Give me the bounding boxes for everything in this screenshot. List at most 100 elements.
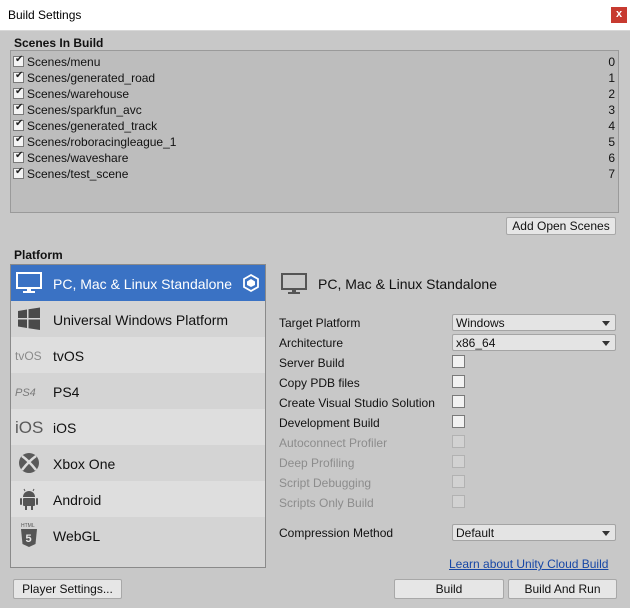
unity-logo-icon — [243, 273, 259, 293]
platform-item-android[interactable]: Android — [11, 481, 265, 517]
selected-platform-title: PC, Mac & Linux Standalone — [318, 276, 497, 292]
scene-row[interactable]: ✔ Scenes/generated_road 1 — [11, 70, 618, 86]
checkmark-icon: ✔ — [15, 54, 24, 65]
platform-header: Platform — [14, 248, 63, 262]
platform-label: Xbox One — [53, 456, 116, 472]
window-title: Build Settings — [8, 8, 82, 22]
html5-icon-text: 5 — [26, 533, 32, 545]
scene-index: 1 — [608, 71, 615, 85]
platform-label: PS4 — [53, 384, 80, 400]
checkmark-icon: ✔ — [15, 150, 24, 161]
chevron-down-icon — [602, 321, 610, 326]
windows-icon — [18, 307, 40, 330]
deep-profiling-checkbox — [452, 455, 465, 468]
platform-item-xbox-one[interactable]: Xbox One — [11, 445, 265, 481]
create-vs-solution-label: Create Visual Studio Solution — [279, 396, 435, 410]
autoconnect-profiler-checkbox — [452, 435, 465, 448]
platform-item-tvos[interactable]: tvOS tvOS — [11, 337, 265, 373]
target-platform-value: Windows — [456, 316, 505, 330]
platform-item-ps4[interactable]: PS4 PS4 — [11, 373, 265, 409]
scene-index: 0 — [608, 55, 615, 69]
scene-checkbox[interactable]: ✔ — [13, 54, 24, 67]
compression-method-value: Default — [456, 526, 495, 540]
scene-name: Scenes/sparkfun_avc — [27, 103, 142, 117]
create-vs-solution-checkbox[interactable] — [452, 395, 465, 408]
xbox-icon — [19, 453, 39, 473]
ios-icon-text: iOS — [15, 418, 43, 437]
platform-label: tvOS — [53, 348, 85, 364]
tvos-icon: tvOS — [15, 349, 42, 363]
scene-checkbox[interactable]: ✔ — [13, 150, 24, 163]
architecture-dropdown[interactable]: x86_64 — [452, 334, 616, 351]
platform-label: iOS — [53, 420, 77, 436]
checkmark-icon: ✔ — [15, 70, 24, 81]
scene-index: 3 — [608, 103, 615, 117]
scene-row[interactable]: ✔ Scenes/sparkfun_avc 3 — [11, 102, 618, 118]
build-button[interactable]: Build — [394, 579, 504, 599]
html5-icon: HTML 5 — [21, 523, 37, 547]
autoconnect-profiler-label: Autoconnect Profiler — [279, 436, 388, 450]
architecture-label: Architecture — [279, 336, 344, 350]
chevron-down-icon — [602, 341, 610, 346]
scene-name: Scenes/roboracingleague_1 — [27, 135, 177, 149]
scene-checkbox[interactable]: ✔ — [13, 70, 24, 83]
build-and-run-button[interactable]: Build And Run — [508, 579, 617, 599]
scene-row[interactable]: ✔ Scenes/warehouse 2 — [11, 86, 618, 102]
scene-row[interactable]: ✔ Scenes/test_scene 7 — [11, 166, 618, 182]
platform-label: PC, Mac & Linux Standalone — [53, 276, 232, 292]
development-build-checkbox[interactable] — [452, 415, 465, 428]
deep-profiling-label: Deep Profiling — [279, 456, 355, 470]
scene-index: 5 — [608, 135, 615, 149]
compression-method-label: Compression Method — [279, 526, 394, 540]
scene-index: 7 — [608, 167, 615, 181]
platform-item-pc-mac-linux[interactable]: PC, Mac & Linux Standalone — [11, 265, 265, 301]
scene-checkbox[interactable]: ✔ — [13, 118, 24, 131]
unity-cloud-build-link[interactable]: Learn about Unity Cloud Build — [449, 557, 608, 571]
scene-checkbox[interactable]: ✔ — [13, 134, 24, 147]
scenes-list: ✔ Scenes/menu 0 ✔ Scenes/generated_road … — [10, 50, 619, 213]
architecture-value: x86_64 — [456, 336, 496, 350]
player-settings-button[interactable]: Player Settings... — [13, 579, 122, 599]
html5-icon-caption: HTML — [21, 523, 35, 529]
scenes-in-build-header: Scenes In Build — [14, 36, 104, 50]
android-icon — [20, 488, 38, 510]
ps4-icon-text: PS4 — [15, 387, 36, 399]
server-build-label: Server Build — [279, 356, 345, 370]
platform-item-ios[interactable]: iOS iOS — [11, 409, 265, 445]
copy-pdb-files-checkbox[interactable] — [452, 375, 465, 388]
chevron-down-icon — [602, 531, 610, 536]
script-debugging-label: Script Debugging — [279, 476, 372, 490]
scene-checkbox[interactable]: ✔ — [13, 86, 24, 99]
checkmark-icon: ✔ — [15, 118, 24, 129]
development-build-label: Development Build — [279, 416, 380, 430]
scene-index: 4 — [608, 119, 615, 133]
scripts-only-build-label: Scripts Only Build — [279, 496, 374, 510]
scene-row[interactable]: ✔ Scenes/menu 0 — [11, 54, 618, 70]
platform-label: Universal Windows Platform — [53, 312, 229, 328]
platform-label: WebGL — [53, 528, 101, 544]
scene-row[interactable]: ✔ Scenes/roboracingleague_1 5 — [11, 134, 618, 150]
target-platform-label: Target Platform — [279, 316, 361, 330]
platform-item-webgl[interactable]: HTML 5 WebGL — [11, 517, 265, 553]
compression-method-dropdown[interactable]: Default — [452, 524, 616, 541]
target-platform-dropdown[interactable]: Windows — [452, 314, 616, 331]
scene-checkbox[interactable]: ✔ — [13, 166, 24, 179]
scene-name: Scenes/generated_road — [27, 71, 156, 85]
checkmark-icon: ✔ — [15, 134, 24, 145]
scene-index: 2 — [608, 87, 615, 101]
scene-row[interactable]: ✔ Scenes/generated_track 4 — [11, 118, 618, 134]
scene-checkbox[interactable]: ✔ — [13, 102, 24, 115]
scripts-only-build-checkbox — [452, 495, 465, 508]
scene-index: 6 — [608, 151, 615, 165]
title-bar: Build Settings x — [0, 0, 630, 31]
copy-pdb-files-label: Copy PDB files — [279, 376, 360, 390]
server-build-checkbox[interactable] — [452, 355, 465, 368]
close-button[interactable]: x — [611, 7, 627, 23]
platform-list: PC, Mac & Linux Standalone Universal Win… — [10, 264, 266, 568]
monitor-icon — [281, 273, 307, 294]
platform-item-uwp[interactable]: Universal Windows Platform — [11, 301, 265, 337]
scene-row[interactable]: ✔ Scenes/waveshare 6 — [11, 150, 618, 166]
checkmark-icon: ✔ — [15, 86, 24, 97]
script-debugging-checkbox — [452, 475, 465, 488]
add-open-scenes-button[interactable]: Add Open Scenes — [506, 217, 616, 235]
